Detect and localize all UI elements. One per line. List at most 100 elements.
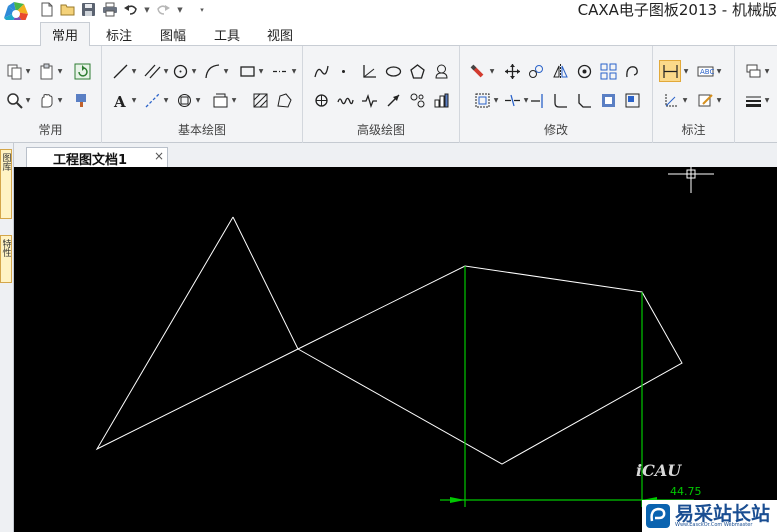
angle-line-icon[interactable] [359,61,379,81]
spline-icon[interactable] [311,61,331,81]
nut-icon[interactable] [431,61,451,81]
pan-dropdown-icon[interactable]: ▼ [57,90,63,110]
hatch-dropdown-icon[interactable]: ▼ [231,90,237,110]
pan-icon[interactable] [36,90,56,110]
block-dropdown-icon[interactable]: ▼ [195,90,201,110]
group-label-advanced-drawing: 高级绘图 [356,123,405,137]
dimension-dropdown-icon[interactable]: ▼ [683,61,689,81]
refresh-icon[interactable] [72,61,92,81]
point-icon[interactable] [333,61,353,81]
undo-dropdown-icon[interactable]: ▼ [143,2,151,18]
arc-icon[interactable] [202,61,222,81]
move-icon[interactable] [502,61,522,81]
copy-icon[interactable] [4,61,24,81]
group-label-modify: 修改 [543,123,568,137]
layer-dropdown-icon[interactable]: ▼ [764,61,770,81]
dimension-icon[interactable] [659,60,681,82]
open-folder-icon[interactable] [59,2,76,18]
circle-icon[interactable] [170,61,190,81]
block-icon[interactable] [174,90,194,110]
ellipse-icon[interactable] [383,61,403,81]
dashed-dropdown-icon[interactable]: ▼ [163,90,169,110]
close-icon[interactable]: × [154,149,164,163]
note-icon[interactable] [695,90,715,110]
tab-tools[interactable]: 工具 [204,22,250,46]
array-icon[interactable] [598,61,618,81]
line-icon[interactable] [110,61,130,81]
save-icon[interactable] [80,2,97,18]
copy-dropdown-icon[interactable]: ▼ [25,61,31,81]
linewidth-icon[interactable] [743,90,763,110]
caxa-application-window: ▼ ▼ ▾ CAXA电子图板2013 - 机械版 常用 标注 图幅 工具 视图 … [0,0,777,532]
undo-icon[interactable] [122,2,139,18]
stretch-icon[interactable] [622,61,642,81]
coordinate-icon[interactable] [661,90,681,110]
eraser-dropdown-icon[interactable]: ▼ [489,61,495,81]
rotate-copy-icon[interactable] [574,61,594,81]
dock-tab-library[interactable]: 图库 [0,149,12,219]
clipboard-dropdown-icon[interactable]: ▼ [57,61,63,81]
note-dropdown-icon[interactable]: ▼ [716,90,722,110]
watermark-subtext: Www.EasckOr.Com Webmaster [675,522,753,528]
eraser-icon[interactable] [468,61,488,81]
group-advanced-drawing: 高级绘图 [303,46,460,143]
region-icon[interactable] [274,90,294,110]
clipboard-icon[interactable] [36,61,56,81]
crosshatch-icon[interactable] [250,90,270,110]
centerline-icon[interactable] [270,61,290,81]
fillet-icon[interactable] [550,90,570,110]
text-annotation-icon[interactable]: ABC [695,61,715,81]
svg-text:A: A [113,93,126,109]
properties-brush-icon[interactable] [72,90,92,110]
gear-icon[interactable] [311,90,331,110]
chamfer-icon[interactable] [574,90,594,110]
tab-sheet[interactable]: 图幅 [150,22,196,46]
tab-common[interactable]: 常用 [40,22,90,47]
break-line-icon[interactable] [359,90,379,110]
redo-dropdown-icon[interactable]: ▼ [176,2,184,18]
layer-icon[interactable] [743,61,763,81]
rectangle-dropdown-icon[interactable]: ▼ [258,61,264,81]
arc-dropdown-icon[interactable]: ▼ [223,61,229,81]
quick-access-toolbar: ▼ ▼ ▾ [38,1,206,18]
parallel-dropdown-icon[interactable]: ▼ [163,61,169,81]
tab-view[interactable]: 视图 [257,22,303,46]
coordinate-dropdown-icon[interactable]: ▼ [682,90,688,110]
offset-dropdown-icon[interactable]: ▼ [493,90,499,110]
text-dropdown-icon[interactable]: ▼ [131,90,137,110]
document-tab-label: 工程图文档1 [53,153,128,168]
linewidth-dropdown-icon[interactable]: ▼ [764,90,770,110]
offset-icon[interactable] [472,90,492,110]
zoom-dropdown-icon[interactable]: ▼ [25,90,31,110]
ribbon-tab-strip: 常用 标注 图幅 工具 视图 [0,20,777,47]
bar-chart-icon[interactable] [431,90,451,110]
text-annotation-dropdown-icon[interactable]: ▼ [716,61,722,81]
centerline-dropdown-icon[interactable]: ▼ [291,61,297,81]
line-dropdown-icon[interactable]: ▼ [131,61,137,81]
chain-icon[interactable] [407,90,427,110]
wave-icon[interactable] [335,90,355,110]
parallel-line-icon[interactable] [142,61,162,81]
dock-tab-properties[interactable]: 特性 [0,235,12,283]
explode-icon[interactable] [598,90,618,110]
arrow-icon[interactable] [383,90,403,110]
new-file-icon[interactable] [38,2,55,18]
title-bar: ▼ ▼ ▾ CAXA电子图板2013 - 机械版 [0,0,777,26]
trim-icon[interactable] [502,90,522,110]
dashed-line-icon[interactable] [142,90,162,110]
text-icon[interactable]: A [110,90,130,110]
zoom-icon[interactable] [4,90,24,110]
customize-qat-icon[interactable]: ▾ [198,2,206,18]
redo-icon[interactable] [155,2,172,18]
polygon-icon[interactable] [407,61,427,81]
hatch-icon[interactable] [210,90,230,110]
mirror-icon[interactable] [550,61,570,81]
print-icon[interactable] [101,2,118,18]
rotate-icon[interactable] [526,61,546,81]
circle-dropdown-icon[interactable]: ▼ [191,61,197,81]
document-tab[interactable]: 工程图文档1 × [26,147,168,168]
tab-annotation[interactable]: 标注 [96,22,142,46]
rectangle-icon[interactable] [237,61,257,81]
extend-icon[interactable] [528,90,548,110]
block-edit-icon[interactable] [622,90,642,110]
